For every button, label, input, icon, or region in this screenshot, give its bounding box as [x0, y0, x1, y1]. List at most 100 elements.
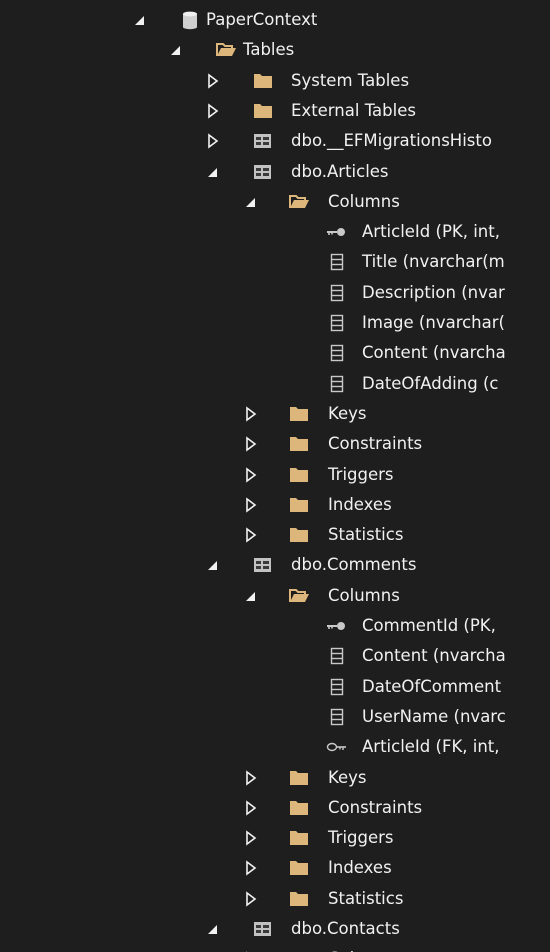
folder-open-icon: [288, 192, 310, 212]
column-icon: [326, 283, 348, 303]
tree-node-articles-constraints[interactable]: Constraints: [0, 429, 550, 459]
expand-arrow-collapsed-icon[interactable]: [205, 132, 221, 150]
tree-node-label[interactable]: Statistics: [328, 888, 403, 910]
tree-node-column-dateofcomment[interactable]: DateOfComment: [0, 672, 550, 702]
tree-node-label[interactable]: Triggers: [328, 464, 394, 486]
expand-arrow-collapsed-icon[interactable]: [243, 405, 259, 423]
tree-node-efmigrationshistory[interactable]: dbo.__EFMigrationsHisto: [0, 126, 550, 156]
tree-node-articles-statistics[interactable]: Statistics: [0, 520, 550, 550]
expand-arrow-collapsed-icon[interactable]: [243, 769, 259, 787]
tree-node-label[interactable]: Indexes: [328, 494, 392, 516]
expand-arrow-expanded-icon[interactable]: [243, 587, 259, 605]
folder-icon: [288, 525, 310, 545]
tree-node-contacts-columns[interactable]: Columns: [0, 944, 550, 952]
tree-node-label[interactable]: ArticleId (PK, int,: [362, 221, 500, 243]
tree-node-label[interactable]: Constraints: [328, 797, 422, 819]
tree-node-column-comment-content[interactable]: Content (nvarcha: [0, 641, 550, 671]
tree-node-comments-statistics[interactable]: Statistics: [0, 884, 550, 914]
column-icon: [326, 374, 348, 394]
tree-node-comments-indexes[interactable]: Indexes: [0, 853, 550, 883]
expand-arrow-collapsed-icon[interactable]: [243, 859, 259, 877]
tree-node-contacts[interactable]: dbo.Contacts: [0, 914, 550, 944]
tree-node-papercontext[interactable]: PaperContext: [0, 5, 550, 35]
tree-node-label[interactable]: UserName (nvarc: [362, 706, 506, 728]
tree-node-comments-columns[interactable]: Columns: [0, 581, 550, 611]
tree-node-external-tables[interactable]: External Tables: [0, 96, 550, 126]
tree-node-label[interactable]: Description (nvar: [362, 282, 505, 304]
folder-icon: [288, 404, 310, 424]
expand-arrow-collapsed-icon[interactable]: [243, 466, 259, 484]
expand-arrow-expanded-icon[interactable]: [205, 920, 221, 938]
database-icon: [179, 10, 201, 30]
expand-arrow-expanded-icon[interactable]: [132, 11, 148, 29]
tree-node-tables[interactable]: Tables: [0, 35, 550, 65]
tree-node-label[interactable]: Title (nvarchar(m: [362, 251, 505, 273]
tree-node-label[interactable]: Indexes: [328, 857, 392, 879]
tree-node-label[interactable]: dbo.Articles: [291, 161, 389, 183]
tree-node-label[interactable]: DateOfAdding (c: [362, 373, 498, 395]
column-icon: [326, 707, 348, 727]
tree-node-column-title[interactable]: Title (nvarchar(m: [0, 247, 550, 277]
tree-node-label[interactable]: Columns: [328, 948, 400, 952]
tree-node-comments-constraints[interactable]: Constraints: [0, 793, 550, 823]
tree-node-label[interactable]: ArticleId (FK, int,: [362, 736, 500, 758]
expand-arrow-collapsed-icon[interactable]: [243, 799, 259, 817]
column-icon: [326, 252, 348, 272]
tree-node-column-articleid[interactable]: ArticleId (PK, int,: [0, 217, 550, 247]
expand-arrow-collapsed-icon[interactable]: [243, 890, 259, 908]
tree-node-label[interactable]: System Tables: [291, 70, 409, 92]
folder-icon: [288, 434, 310, 454]
tree-node-column-content[interactable]: Content (nvarcha: [0, 338, 550, 368]
tree-node-articles-keys[interactable]: Keys: [0, 399, 550, 429]
expand-arrow-collapsed-icon[interactable]: [243, 526, 259, 544]
tree-node-label[interactable]: CommentId (PK,: [362, 615, 496, 637]
tree-node-label[interactable]: Tables: [243, 39, 294, 61]
tree-node-label[interactable]: Columns: [328, 191, 400, 213]
tree-node-comments-keys[interactable]: Keys: [0, 763, 550, 793]
tree-node-column-description[interactable]: Description (nvar: [0, 278, 550, 308]
tree-node-column-commentid[interactable]: CommentId (PK,: [0, 611, 550, 641]
folder-icon: [288, 889, 310, 909]
tree-node-label[interactable]: Constraints: [328, 433, 422, 455]
tree-node-articles-triggers[interactable]: Triggers: [0, 460, 550, 490]
tree-node-label[interactable]: Triggers: [328, 827, 394, 849]
tree-node-label[interactable]: dbo.Contacts: [291, 918, 400, 940]
tree-node-system-tables[interactable]: System Tables: [0, 66, 550, 96]
tree-node-column-image[interactable]: Image (nvarchar(: [0, 308, 550, 338]
column-icon: [326, 677, 348, 697]
tree-node-comments-triggers[interactable]: Triggers: [0, 823, 550, 853]
tree-node-label[interactable]: Content (nvarcha: [362, 342, 506, 364]
tree-node-column-dateofadding[interactable]: DateOfAdding (c: [0, 369, 550, 399]
tree-node-label[interactable]: Statistics: [328, 524, 403, 546]
table-icon: [252, 555, 274, 575]
expand-arrow-expanded-icon[interactable]: [243, 193, 259, 211]
tree-node-column-fk-articleid[interactable]: ArticleId (FK, int,: [0, 732, 550, 762]
tree-node-label[interactable]: Keys: [328, 767, 367, 789]
tree-node-label[interactable]: dbo.Comments: [291, 554, 416, 576]
tree-node-column-username[interactable]: UserName (nvarc: [0, 702, 550, 732]
tree-node-label[interactable]: External Tables: [291, 100, 416, 122]
tree-node-articles-columns[interactable]: Columns: [0, 187, 550, 217]
column-icon: [326, 313, 348, 333]
tree-node-label[interactable]: DateOfComment: [362, 676, 501, 698]
expand-arrow-expanded-icon[interactable]: [205, 556, 221, 574]
expand-arrow-collapsed-icon[interactable]: [205, 102, 221, 120]
tree-node-articles[interactable]: dbo.Articles: [0, 157, 550, 187]
tree-node-articles-indexes[interactable]: Indexes: [0, 490, 550, 520]
tree-node-label[interactable]: dbo.__EFMigrationsHisto: [291, 130, 492, 152]
tree-node-label[interactable]: PaperContext: [206, 9, 317, 31]
tree-node-label[interactable]: Columns: [328, 585, 400, 607]
expand-arrow-collapsed-icon[interactable]: [243, 496, 259, 514]
table-icon: [252, 162, 274, 182]
folder-icon: [288, 828, 310, 848]
expand-arrow-collapsed-icon[interactable]: [205, 72, 221, 90]
folder-open-icon: [215, 40, 237, 60]
expand-arrow-expanded-icon[interactable]: [168, 41, 184, 59]
expand-arrow-collapsed-icon[interactable]: [243, 829, 259, 847]
expand-arrow-expanded-icon[interactable]: [205, 163, 221, 181]
tree-node-label[interactable]: Keys: [328, 403, 367, 425]
tree-node-label[interactable]: Image (nvarchar(: [362, 312, 505, 334]
expand-arrow-collapsed-icon[interactable]: [243, 435, 259, 453]
tree-node-comments[interactable]: dbo.Comments: [0, 550, 550, 580]
tree-node-label[interactable]: Content (nvarcha: [362, 645, 506, 667]
